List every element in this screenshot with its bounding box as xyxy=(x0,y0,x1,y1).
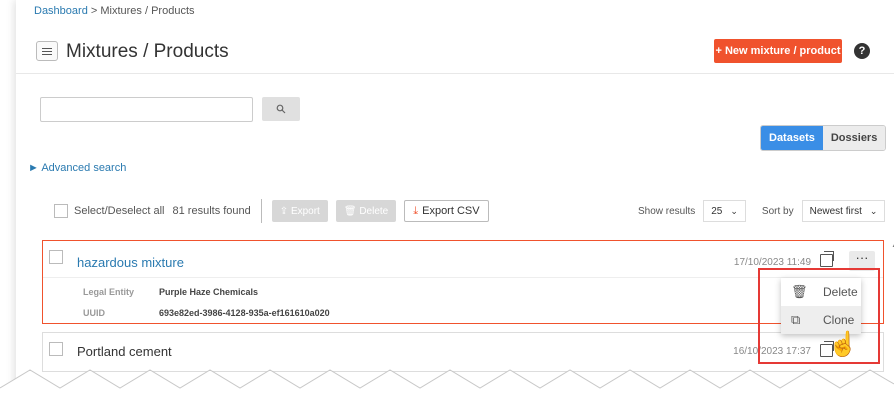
sort-value: Newest first xyxy=(809,205,862,217)
sort-label: Sort by xyxy=(761,205,794,217)
sort-select[interactable]: Newest first ⌄ xyxy=(801,200,886,222)
search-icon xyxy=(276,104,286,114)
hand-pointer-icon: ☝ xyxy=(828,331,858,358)
help-icon: ? xyxy=(854,43,870,59)
select-all-checkbox[interactable] xyxy=(54,204,68,218)
select-all-label[interactable]: Select/Deselect all xyxy=(74,205,165,217)
advanced-search-link[interactable]: ► Advanced search xyxy=(28,162,126,174)
results-count: 81 results found xyxy=(172,205,251,217)
sidebar-toggle-button[interactable] xyxy=(36,41,58,61)
search-input[interactable] xyxy=(40,97,253,122)
highlight-annotation-box xyxy=(758,268,880,364)
breadcrumb-current: > Mixtures / Products xyxy=(87,5,195,17)
help-button[interactable]: ? xyxy=(850,39,874,63)
results-options: Show results 25 ⌄ Sort by Newest first ⌄ xyxy=(638,199,886,223)
export-csv-label: Export CSV xyxy=(422,205,480,217)
uuid-label: UUID xyxy=(83,308,105,318)
view-toggle: Datasets Dossiers xyxy=(760,125,887,151)
torn-edge xyxy=(0,369,894,412)
item-title[interactable]: Portland cement xyxy=(77,344,172,359)
card-divider xyxy=(43,277,883,278)
search-button[interactable] xyxy=(262,97,300,121)
tab-datasets[interactable]: Datasets xyxy=(761,126,823,150)
chevron-down-icon: ⌄ xyxy=(730,205,738,216)
download-icon: ⤓ xyxy=(413,204,419,217)
item-date: 17/10/2023 11:49 xyxy=(733,257,811,268)
breadcrumb: Dashboard > Mixtures / Products xyxy=(34,5,195,17)
legal-entity-label: Legal Entity xyxy=(83,287,135,297)
item-checkbox[interactable] xyxy=(49,342,63,356)
export-csv-button[interactable]: ⤓ Export CSV xyxy=(404,200,489,222)
breadcrumb-dashboard-link[interactable]: Dashboard xyxy=(34,5,88,17)
delete-button[interactable]: 🗑 Delete xyxy=(335,200,397,222)
results-toolbar: Select/Deselect all 81 results found ⇪ E… xyxy=(54,199,489,223)
page-size-value: 25 xyxy=(711,205,723,217)
new-mixture-button[interactable]: + New mixture / product xyxy=(714,39,842,63)
tab-dossiers[interactable]: Dossiers xyxy=(822,126,886,150)
chevron-down-icon: ⌄ xyxy=(869,205,878,216)
page-title: Mixtures / Products xyxy=(66,41,229,62)
item-checkbox[interactable] xyxy=(49,250,63,264)
page-size-select[interactable]: 25 ⌄ xyxy=(703,200,746,222)
legal-entity-value: Purple Haze Chemicals xyxy=(159,287,259,297)
toolbar-divider xyxy=(260,199,262,223)
export-button[interactable]: ⇪ Export xyxy=(271,200,328,222)
uuid-value: 693e82ed-3986-4128-935a-ef161610a020 xyxy=(159,308,330,318)
show-results-label: Show results xyxy=(638,205,696,217)
header-divider xyxy=(16,73,894,74)
item-title[interactable]: hazardous mixture xyxy=(77,255,184,270)
copy-icon[interactable] xyxy=(820,251,834,267)
